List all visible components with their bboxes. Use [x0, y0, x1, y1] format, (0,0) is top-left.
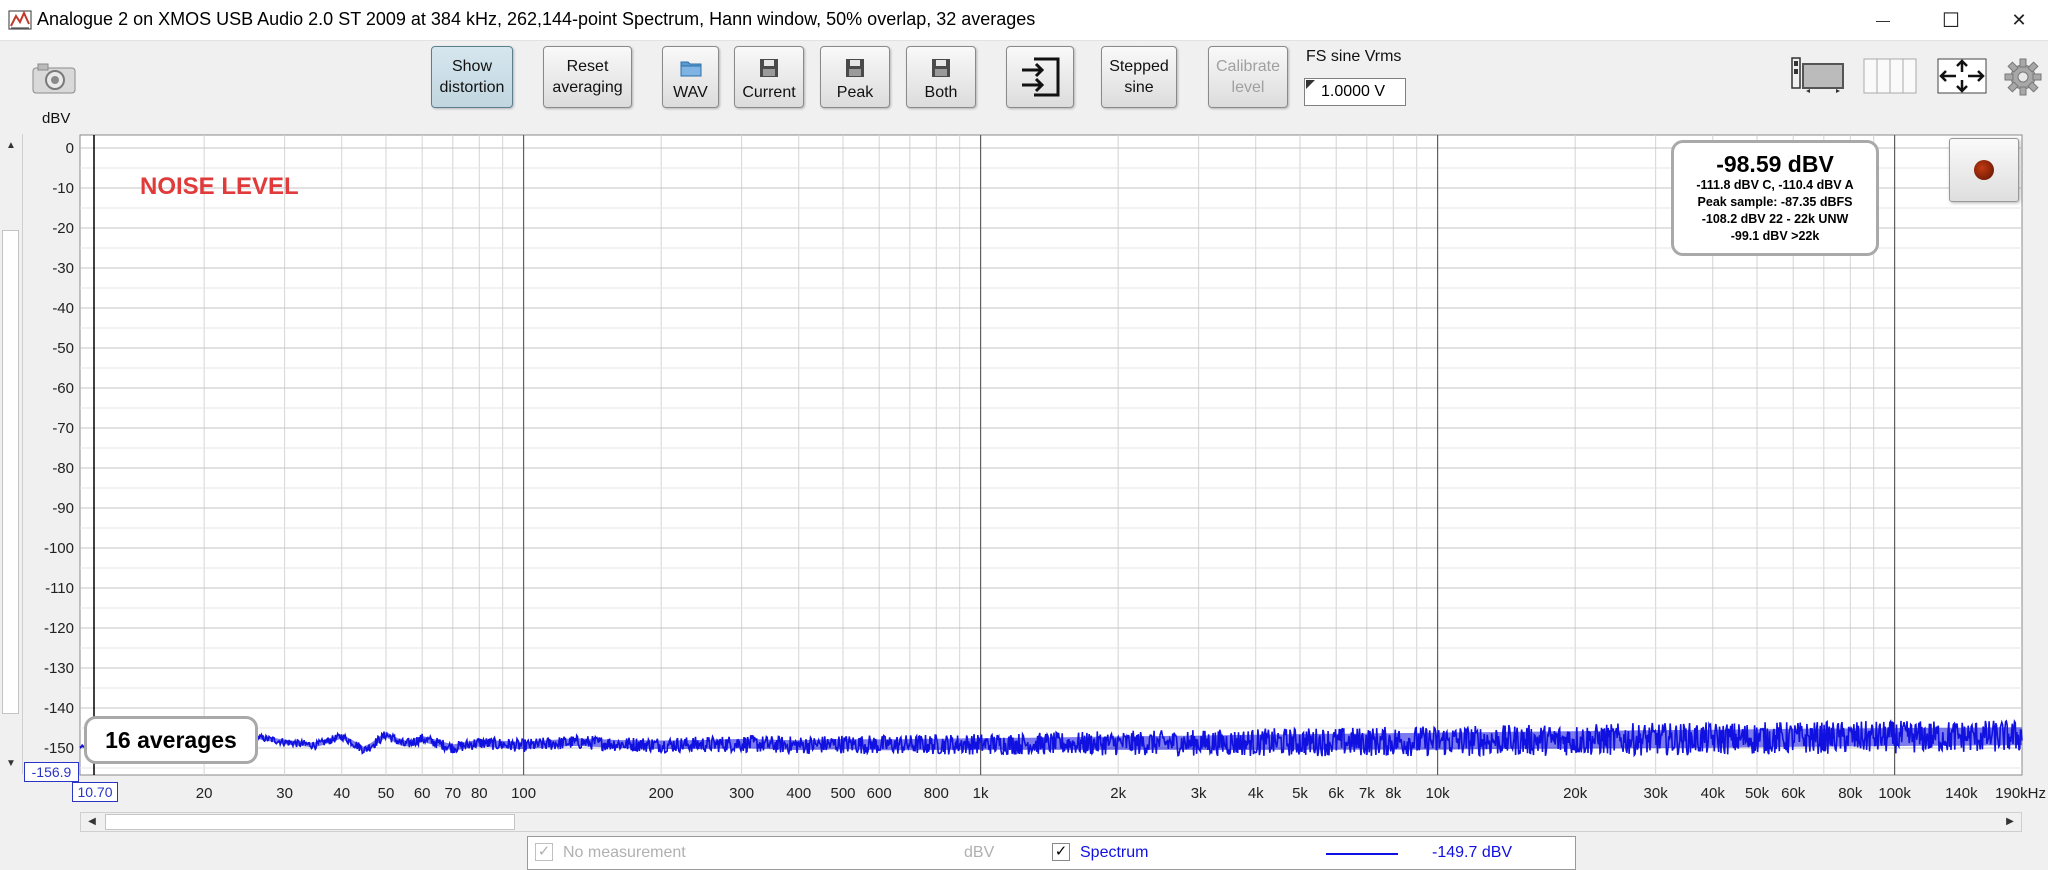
- scroll-down-icon[interactable]: ▼: [0, 752, 22, 774]
- x-tick-label: 8k: [1385, 785, 1401, 802]
- y-tick-label: -90: [52, 500, 74, 517]
- x-tick-label: 4k: [1248, 785, 1264, 802]
- x-axis-ticks: 20 30 40 50 60 70 80 100 200 300 400 500 600 800 1k 2k 3…: [196, 785, 2046, 802]
- x-tick-label: 3k: [1191, 785, 1207, 802]
- record-icon: [1974, 160, 1994, 180]
- x-tick-label: 70: [444, 785, 461, 802]
- readout-line: -99.1 dBV >22k: [1730, 229, 1820, 243]
- x-tick-label: 60k: [1781, 785, 1806, 802]
- x-min-field[interactable]: 10.70: [72, 782, 118, 802]
- no-measurement-label: No measurement: [563, 844, 686, 861]
- y-tick-label: -150: [44, 740, 74, 757]
- y-tick-label: -70: [52, 420, 74, 437]
- x-tick-label: 40: [333, 785, 350, 802]
- x-tick-label: 400: [786, 785, 811, 802]
- app-window: Analogue 2 on XMOS USB Audio 2.0 ST 2009…: [0, 0, 2048, 870]
- vertical-scrollbar[interactable]: ▲ ▼: [0, 134, 23, 774]
- x-tick-label: 200: [649, 785, 674, 802]
- x-tick-label: 100k: [1878, 785, 1911, 802]
- spectrum-value: -149.7 dBV: [1432, 844, 1513, 861]
- y-tick-label: 0: [66, 140, 74, 157]
- no-measurement-checkbox[interactable]: ✓: [535, 843, 553, 861]
- x-tick-label: 30k: [1644, 785, 1669, 802]
- x-tick-label: 1k: [973, 785, 989, 802]
- y-tick-label: -110: [45, 580, 74, 597]
- x-tick-label: 6k: [1328, 785, 1344, 802]
- y-tick-label: -10: [52, 180, 74, 197]
- noise-level-annotation: NOISE LEVEL: [140, 173, 299, 200]
- scroll-left-icon[interactable]: ◀: [81, 811, 103, 831]
- record-button[interactable]: [1949, 138, 2019, 202]
- x-tick-label: 300: [729, 785, 754, 802]
- readout-line: -111.8 dBV C, -110.4 dBV A: [1696, 178, 1854, 192]
- x-tick-label: 30: [276, 785, 293, 802]
- x-tick-label: 5k: [1292, 785, 1308, 802]
- x-tick-label: 7k: [1359, 785, 1375, 802]
- y-tick-label: -60: [52, 380, 74, 397]
- y-tick-label: -40: [52, 300, 74, 317]
- x-tick-label: 500: [831, 785, 856, 802]
- spectrum-checkbox[interactable]: ✓: [1052, 843, 1070, 861]
- y-axis-ticks: 0 -10 -20 -30 -40 -50 -60 -70 -80 -90 -100 -110 -120…: [44, 140, 74, 757]
- y-tick-label: -20: [52, 220, 74, 237]
- x-tick-label: 40k: [1701, 785, 1726, 802]
- legend-bar: ✓ No measurement dBV ✓ Spectrum -149.7 d…: [527, 836, 1576, 870]
- x-tick-label: 600: [867, 785, 892, 802]
- x-tick-label: 100: [511, 785, 536, 802]
- y-min-field[interactable]: -156.9: [24, 762, 79, 782]
- x-tick-label: 140k: [1945, 785, 1978, 802]
- y-tick-label: -120: [44, 620, 74, 637]
- x-tick-label: 60: [414, 785, 431, 802]
- y-tick-label: -50: [52, 340, 74, 357]
- spectrum-label: Spectrum: [1080, 844, 1149, 861]
- horizontal-scroll-thumb[interactable]: [105, 814, 515, 830]
- y-tick-label: -130: [44, 660, 74, 677]
- y-tick-label: -80: [52, 460, 74, 477]
- horizontal-scrollbar[interactable]: ◀ ▶: [80, 812, 2022, 832]
- readout-main-value: -98.59 dBV: [1716, 151, 1834, 177]
- x-tick-label: 190kHz: [1995, 785, 2046, 802]
- y-tick-label: -100: [44, 540, 74, 557]
- x-tick-label: 50: [378, 785, 395, 802]
- x-tick-label: 80k: [1838, 785, 1863, 802]
- scroll-up-icon[interactable]: ▲: [0, 134, 22, 156]
- x-tick-label: 2k: [1110, 785, 1126, 802]
- x-tick-label: 50k: [1745, 785, 1770, 802]
- y-tick-label: -140: [44, 700, 74, 717]
- scroll-right-icon[interactable]: ▶: [1999, 811, 2021, 831]
- readout-line: -108.2 dBV 22 - 22k UNW: [1701, 212, 1849, 226]
- x-tick-label: 80: [471, 785, 488, 802]
- spectrum-swatch: [1326, 853, 1398, 855]
- readout-line: Peak sample: -87.35 dBFS: [1697, 195, 1853, 209]
- no-measurement-unit: dBV: [964, 844, 995, 861]
- x-tick-label: 10k: [1426, 785, 1451, 802]
- x-tick-label: 20k: [1563, 785, 1588, 802]
- spectrum-chart: 0 -10 -20 -30 -40 -50 -60 -70 -80 -90 -100 -110 -120…: [44, 134, 2046, 802]
- x-tick-label: 800: [924, 785, 949, 802]
- vertical-scroll-thumb[interactable]: [2, 230, 19, 714]
- level-readout-panel: -98.59 dBV -111.8 dBV C, -110.4 dBV A Pe…: [1671, 140, 1879, 256]
- y-tick-label: -30: [52, 260, 74, 277]
- averages-badge: 16 averages: [84, 716, 258, 764]
- x-tick-label: 20: [196, 785, 213, 802]
